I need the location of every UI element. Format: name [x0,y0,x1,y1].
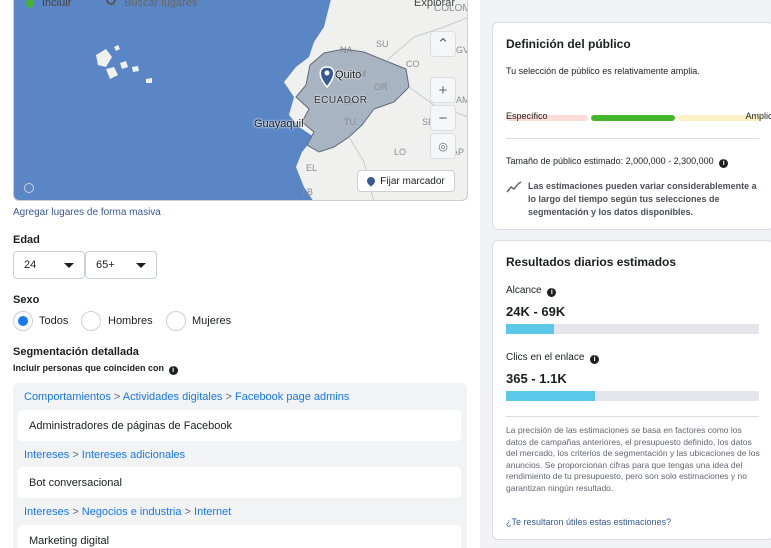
targeting-item[interactable]: Marketing digital [18,525,461,548]
gender-option-label: Todos [39,315,69,327]
audience-status: Tu selección de público es relativamente… [506,66,700,76]
map-region-label: AM [456,95,467,105]
clicks-value: 365 - 1.1K [506,371,567,386]
zoom-out-button[interactable]: − [430,105,456,131]
card-title: Definición del público [506,37,631,51]
clicks-label: Clics en el enlace [506,352,585,363]
search-icon [106,0,116,5]
info-icon[interactable]: i [719,159,729,168]
audience-size-row: Tamaño de público estimado: 2,000,000 - … [506,156,729,168]
breadcrumb: Comportamientos > Actividades digitales … [24,391,350,403]
accuracy-note: La precisión de las estimaciones se basa… [506,425,760,493]
reach-label: Alcance [506,285,542,296]
info-icon[interactable]: i [590,355,600,364]
audience-definition-card: Definición del público Tu selección de p… [492,22,771,230]
drop-pin-label: Fijar marcador [380,175,445,187]
map-region-label: OR [374,82,388,92]
reach-value: 24K - 69K [506,304,566,319]
include-label-row: Incluir personas que coinciden con i [13,363,178,375]
clicks-bar [506,391,759,401]
age-min-select[interactable]: 24 [13,251,85,279]
targeting-panel: Incluir Buscar lugares Explorar NA SU CO… [0,0,480,548]
locate-button[interactable]: ◎ [430,133,456,159]
meter-current [591,115,675,121]
gender-radio-men[interactable] [81,311,101,331]
drop-pin-button[interactable]: Fijar marcador [357,170,455,192]
map-region-label: TU [344,117,356,127]
bulk-locations-link[interactable]: Agregar lugares de forma masiva [13,207,161,218]
divider [506,138,759,139]
include-label: Incluir personas que coinciden con [13,363,165,373]
city-label-quito: Quito [335,69,362,81]
targeting-item[interactable]: Administradores de páginas de Facebook [18,410,461,441]
age-max-value: 65+ [96,259,115,271]
estimates-panel: Definición del público Tu selección de p… [480,0,771,548]
reach-bar-fill [506,324,555,334]
map-region-label: LO [394,147,407,157]
country-label: ECUADOR [314,95,368,106]
breadcrumb-link[interactable]: Actividades digitales [123,391,223,403]
map-region-label: SU [376,39,389,49]
breadcrumb-link[interactable]: Negocios e industria [82,506,182,518]
info-icon[interactable]: i [547,288,557,297]
targeting-item[interactable]: Bot conversacional [18,467,461,498]
feedback-link[interactable]: ¿Te resultaron útiles estas estimaciones… [506,517,671,527]
broad-label: Amplio [745,111,771,121]
clicks-bar-fill [506,391,595,401]
reach-label-row: Alcance i [506,285,557,297]
age-max-select[interactable]: 65+ [85,251,157,279]
breadcrumb-link[interactable]: Intereses [24,449,69,461]
breadcrumb: Intereses > Negocios e industria > Inter… [24,506,232,518]
trend-icon [506,181,522,193]
compass-button[interactable]: ⌃ [430,31,456,57]
estimate-note: Las estimaciones pueden variar considera… [528,181,757,217]
map-info-icon[interactable] [24,183,34,193]
specific-label: Específico [506,111,548,121]
info-icon[interactable]: i [168,366,178,375]
gender-label: Sexo [13,294,40,306]
gender-radio-women[interactable] [166,311,186,331]
reach-bar [506,324,759,334]
map-region-label: LB [302,187,314,197]
divider [506,416,759,417]
zoom-in-button[interactable]: + [430,77,456,103]
city-label-guayaquil: Guayaquil [254,118,304,130]
map-region-label: NA [340,45,353,55]
breadcrumb-link[interactable]: Intereses adicionales [82,449,185,461]
gender-option-label: Hombres [108,315,153,327]
include-dropdown[interactable]: Incluir [42,0,71,9]
age-label: Edad [13,234,40,246]
map-search-input[interactable]: Buscar lugares [124,0,197,9]
chevron-down-icon [136,263,146,268]
gender-option-label: Mujeres [192,315,232,327]
breadcrumb: Intereses > Intereses adicionales [24,449,186,461]
map-region-label: EL [306,163,318,173]
breadcrumb-link[interactable]: Intereses [24,506,69,518]
card-title: Resultados diarios estimados [506,255,677,269]
detailed-targeting-label: Segmentación detallada [13,346,139,358]
map-region-label: GV [456,45,468,55]
audience-size: Tamaño de público estimado: 2,000,000 - … [506,156,714,166]
breadcrumb-link[interactable]: Internet [194,506,231,518]
breadcrumb-link[interactable]: Comportamientos [24,391,111,403]
gender-radio-all[interactable] [13,311,33,331]
breadcrumb-link[interactable]: Facebook page admins [235,391,349,403]
map-region-label: CO [406,59,420,69]
map-toolbar: Incluir Buscar lugares Explorar [14,0,467,9]
targeting-list: Comportamientos > Actividades digitales … [13,383,467,548]
location-map[interactable]: Incluir Buscar lugares Explorar NA SU CO… [13,0,468,201]
clicks-label-row: Clics en el enlace i [506,352,600,364]
chevron-down-icon [64,263,74,268]
daily-results-card: Resultados diarios estimados Alcance i 2… [492,240,771,540]
age-min-value: 24 [24,259,37,271]
pin-icon [365,175,377,187]
map-country-label: COLOMBIA [434,3,467,14]
